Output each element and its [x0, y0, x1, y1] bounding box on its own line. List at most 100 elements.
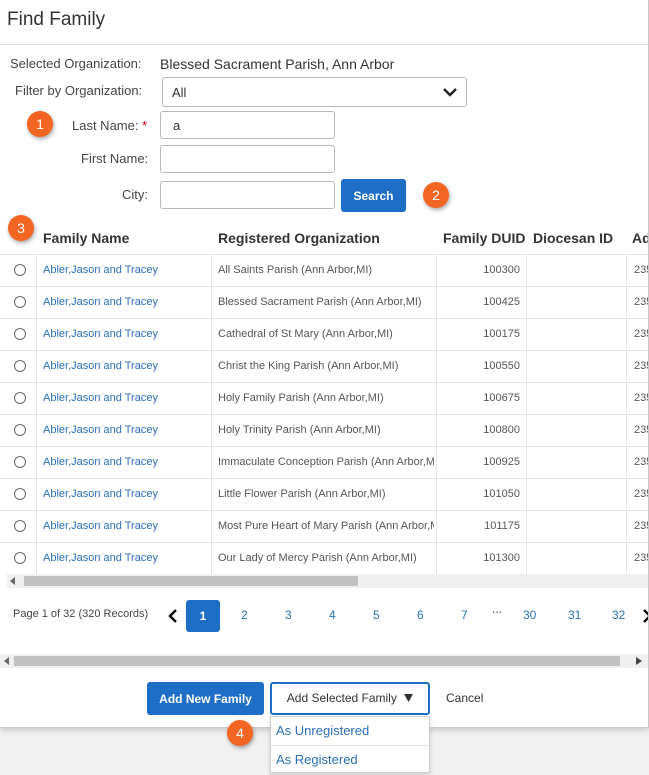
- grid-horizontal-scrollbar[interactable]: [7, 574, 648, 588]
- family-name-link[interactable]: Abler,Jason and Tracey: [43, 360, 208, 372]
- family-name-link[interactable]: Abler,Jason and Tracey: [43, 296, 208, 308]
- table-row[interactable]: Abler,Jason and Tracey Holy Family Parish…: [0, 382, 648, 415]
- column-divider: [36, 254, 37, 574]
- row-select-radio[interactable]: [14, 520, 26, 532]
- registered-org-cell: Holy Trinity Parish (Ann Arbor,MI): [218, 424, 381, 436]
- table-row[interactable]: Abler,Jason and Tracey Blessed Sacrament …: [0, 286, 648, 319]
- registered-org-cell: Blessed Sacrament Parish (Ann Arbor,MI): [218, 296, 422, 308]
- callout-number: 1: [36, 116, 44, 132]
- family-duid-cell: 100300: [483, 264, 520, 276]
- table-row[interactable]: Abler,Jason and Tracey Immaculate Concept…: [0, 446, 648, 479]
- pager-horizontal-scrollbar[interactable]: [0, 654, 648, 668]
- family-name-link[interactable]: Abler,Jason and Tracey: [43, 488, 208, 500]
- caret-down-icon: [404, 694, 414, 702]
- scroll-left-icon[interactable]: [10, 577, 16, 585]
- callout-number: 2: [432, 187, 440, 203]
- chevron-left-icon[interactable]: [168, 609, 178, 623]
- add-selected-family-button[interactable]: Add Selected Family: [270, 682, 430, 715]
- page-30[interactable]: 30: [523, 608, 536, 622]
- filter-org-value: All: [172, 85, 187, 100]
- column-divider: [211, 254, 212, 574]
- scroll-left-icon[interactable]: [4, 657, 10, 665]
- chevron-down-icon: [443, 88, 457, 97]
- address-cell: 235: [634, 296, 648, 308]
- row-select-radio[interactable]: [14, 552, 26, 564]
- column-divider: [626, 254, 627, 574]
- family-name-link[interactable]: Abler,Jason and Tracey: [43, 392, 208, 404]
- add-new-family-button[interactable]: Add New Family: [147, 682, 264, 715]
- row-select-radio[interactable]: [14, 488, 26, 500]
- filter-org-select[interactable]: All: [162, 77, 467, 107]
- selected-org-value: Blessed Sacrament Parish, Ann Arbor: [160, 56, 395, 72]
- family-name-link[interactable]: Abler,Jason and Tracey: [43, 264, 208, 276]
- scrollbar-thumb[interactable]: [24, 576, 358, 586]
- chevron-right-icon[interactable]: [642, 609, 649, 623]
- registered-org-cell: Our Lady of Mercy Parish (Ann Arbor,MI): [218, 552, 417, 564]
- menu-item-as-unregistered[interactable]: As Unregistered: [276, 723, 369, 738]
- address-cell: 235: [634, 264, 648, 276]
- row-select-radio[interactable]: [14, 264, 26, 276]
- city-label: City:: [122, 187, 148, 202]
- pager-summary: Page 1 of 32 (320 Records): [13, 608, 149, 620]
- table-row[interactable]: Abler,Jason and Tracey Little Flower Pari…: [0, 478, 648, 511]
- col-family-duid[interactable]: Family DUID: [443, 230, 525, 246]
- last-name-input[interactable]: [160, 111, 335, 139]
- row-select-radio[interactable]: [14, 360, 26, 372]
- col-address[interactable]: Ad: [632, 230, 648, 246]
- family-duid-cell: 100550: [483, 360, 520, 372]
- family-name-link[interactable]: Abler,Jason and Tracey: [43, 456, 208, 468]
- page-3[interactable]: 3: [285, 608, 292, 622]
- family-duid-cell: 100925: [483, 456, 520, 468]
- add-selected-family-label: Add Selected Family: [286, 691, 397, 705]
- page-6[interactable]: 6: [417, 608, 424, 622]
- page-1[interactable]: 1: [186, 600, 220, 632]
- menu-item-as-registered[interactable]: As Registered: [276, 752, 358, 767]
- family-name-link[interactable]: Abler,Jason and Tracey: [43, 520, 208, 532]
- row-select-radio[interactable]: [14, 392, 26, 404]
- cancel-button[interactable]: Cancel: [446, 691, 483, 705]
- page-ellipsis: ...: [492, 602, 503, 616]
- page-32[interactable]: 32: [612, 608, 625, 622]
- registered-org-cell: Immaculate Conception Parish (Ann Arbor,…: [218, 456, 434, 468]
- family-name-link[interactable]: Abler,Jason and Tracey: [43, 328, 208, 340]
- registered-org-cell: Holy Family Parish (Ann Arbor,MI): [218, 392, 384, 404]
- grid-header: Family Name Registered Organization Fami…: [0, 222, 648, 254]
- col-diocesan-id[interactable]: Diocesan ID: [533, 230, 613, 246]
- address-cell: 235: [634, 424, 648, 436]
- required-marker: *: [142, 118, 148, 133]
- page-7[interactable]: 7: [461, 608, 468, 622]
- row-select-radio[interactable]: [14, 424, 26, 436]
- family-duid-cell: 101175: [484, 520, 520, 532]
- page-2[interactable]: 2: [241, 608, 248, 622]
- row-select-radio[interactable]: [14, 328, 26, 340]
- table-row[interactable]: Abler,Jason and Tracey Our Lady of Mercy …: [0, 542, 648, 575]
- scroll-right-icon[interactable]: [636, 657, 642, 665]
- column-divider: [526, 254, 527, 574]
- table-row[interactable]: Abler,Jason and Tracey All Saints Parish …: [0, 254, 648, 287]
- scrollbar-thumb[interactable]: [14, 656, 620, 666]
- row-select-radio[interactable]: [14, 456, 26, 468]
- family-name-link[interactable]: Abler,Jason and Tracey: [43, 424, 208, 436]
- row-select-radio[interactable]: [14, 296, 26, 308]
- table-row[interactable]: Abler,Jason and Tracey Holy Trinity Paris…: [0, 414, 648, 447]
- page-5[interactable]: 5: [373, 608, 380, 622]
- address-cell: 235: [634, 552, 648, 564]
- menu-divider: [271, 745, 429, 746]
- page-4[interactable]: 4: [329, 608, 336, 622]
- first-name-input[interactable]: [160, 145, 335, 173]
- address-cell: 235: [634, 456, 648, 468]
- callout-badge-1: 1: [27, 111, 53, 137]
- last-name-label: Last Name: *: [72, 118, 148, 133]
- family-name-link[interactable]: Abler,Jason and Tracey: [43, 552, 208, 564]
- search-button[interactable]: Search: [341, 179, 406, 212]
- dialog-titlebar: Find Family: [0, 0, 648, 45]
- page-31[interactable]: 31: [568, 608, 581, 622]
- col-registered-org[interactable]: Registered Organization: [218, 230, 380, 246]
- city-input[interactable]: [160, 181, 335, 209]
- pager: Page 1 of 32 (320 Records) 1 2 3 4 5 6 7…: [0, 600, 648, 632]
- table-row[interactable]: Abler,Jason and Tracey Christ the King Pa…: [0, 350, 648, 383]
- col-family-name[interactable]: Family Name: [43, 230, 129, 246]
- table-row[interactable]: Abler,Jason and Tracey Cathedral of St Ma…: [0, 318, 648, 351]
- filter-org-label: Filter by Organization:: [15, 83, 143, 98]
- table-row[interactable]: Abler,Jason and Tracey Most Pure Heart of…: [0, 510, 648, 543]
